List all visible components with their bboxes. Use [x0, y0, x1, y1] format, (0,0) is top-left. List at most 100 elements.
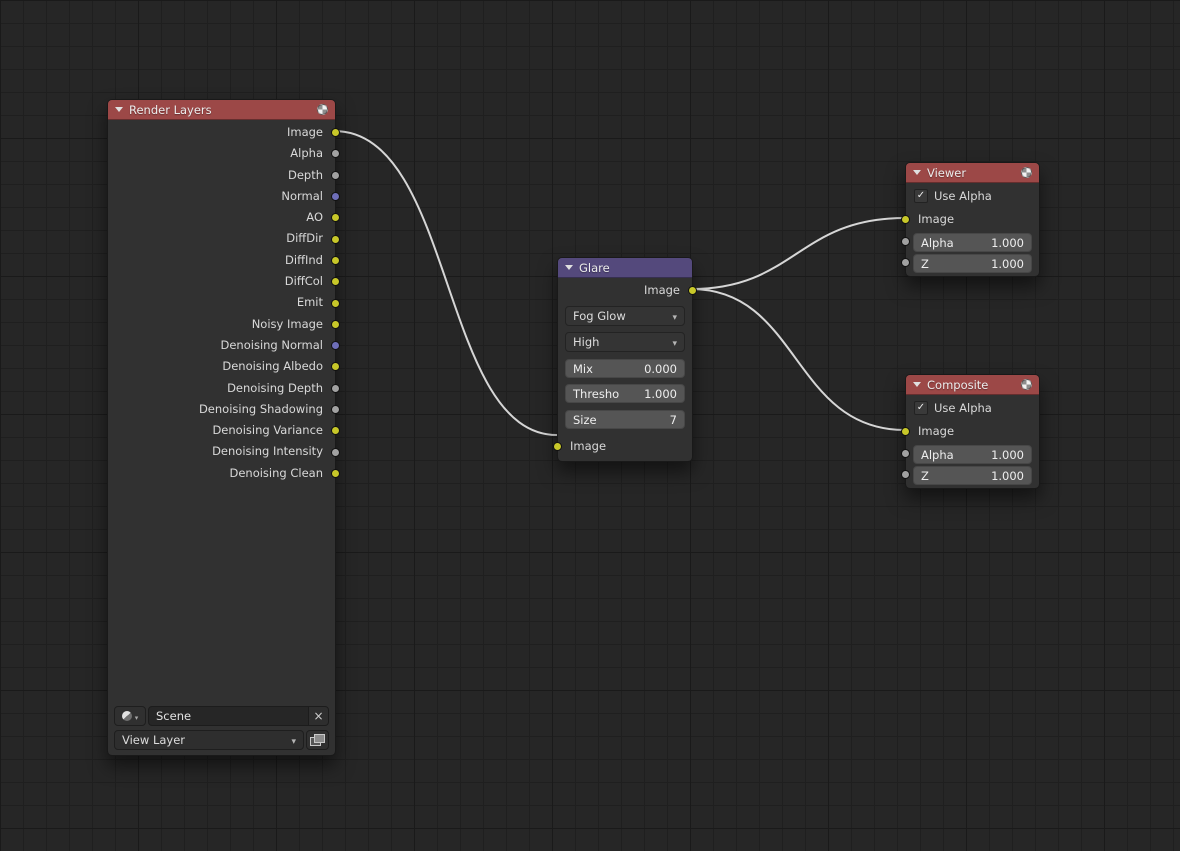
- alpha-input-socket[interactable]: [901, 237, 910, 246]
- node-title: Glare: [579, 260, 610, 275]
- denoising-clean-output-socket[interactable]: [331, 468, 340, 478]
- output-row: AO: [108, 207, 340, 228]
- diffdir-output-socket[interactable]: [331, 234, 340, 244]
- socket-label: Image: [286, 125, 323, 139]
- input-row: Alpha 1.000: [901, 445, 1039, 464]
- use-alpha-checkbox[interactable]: [914, 401, 928, 415]
- size-slider[interactable]: Size 7: [565, 410, 685, 430]
- output-row: Alpha: [108, 143, 340, 164]
- socket-label: DiffInd: [285, 252, 323, 267]
- output-row: Denoising Shadowing: [108, 399, 340, 420]
- node-title: Viewer: [927, 165, 967, 180]
- denoising-shadowing-output-socket[interactable]: [331, 405, 340, 414]
- alpha-input-socket[interactable]: [901, 449, 910, 458]
- collapse-arrow-icon[interactable]: [115, 107, 123, 112]
- view-layer-dropdown[interactable]: View Layer: [114, 730, 304, 750]
- image-input-socket[interactable]: [553, 442, 562, 452]
- size-label: Size: [573, 412, 597, 427]
- viewer-header[interactable]: Viewer: [906, 163, 1039, 183]
- input-row: Z 1.000: [901, 466, 1039, 485]
- node-composite[interactable]: Composite Use Alpha Image Alpha 1.000 Z …: [901, 374, 1040, 489]
- alpha-slider[interactable]: Alpha 1.000: [913, 445, 1032, 464]
- view-layer-value: View Layer: [122, 733, 186, 747]
- socket-label: Noisy Image: [251, 316, 323, 331]
- scene-icon: [121, 711, 132, 721]
- threshold-slider[interactable]: Thresho 1.000: [565, 384, 685, 404]
- node-viewer[interactable]: Viewer Use Alpha Image Alpha 1.000 Z 1.0…: [901, 162, 1040, 277]
- scene-field[interactable]: Scene: [148, 706, 329, 726]
- render-layer-button[interactable]: [306, 730, 329, 750]
- render-layers-outputs: Image Alpha Depth Normal AO DiffDir Diff…: [108, 120, 340, 484]
- render-layers-properties: Scene View Layer: [114, 702, 329, 750]
- z-value: 1.000: [991, 468, 1024, 483]
- output-row: DiffDir: [108, 228, 340, 249]
- socket-label: Image: [570, 439, 607, 454]
- chevron-down-icon: [672, 309, 677, 323]
- chevron-down-icon: [672, 335, 677, 349]
- link-render-layers-image-to-glare[interactable]: [333, 130, 558, 436]
- use-alpha-checkbox[interactable]: [914, 189, 928, 203]
- glare-type-value: Fog Glow: [573, 309, 626, 324]
- node-render-layers[interactable]: Render Layers Image Alpha Depth Normal A…: [107, 99, 340, 756]
- z-input-socket[interactable]: [901, 258, 910, 267]
- z-slider[interactable]: Z 1.000: [913, 254, 1032, 273]
- output-row: Noisy Image: [108, 314, 340, 335]
- denoising-intensity-output-socket[interactable]: [331, 447, 340, 457]
- output-row: Normal: [108, 186, 340, 207]
- emit-output-socket[interactable]: [331, 298, 340, 308]
- collapse-arrow-icon[interactable]: [913, 170, 921, 175]
- socket-label: DiffDir: [286, 231, 323, 246]
- socket-label: Image: [918, 424, 955, 438]
- link-glare-to-composite[interactable]: [690, 288, 906, 431]
- glare-header[interactable]: Glare: [558, 258, 692, 278]
- mix-value: 0.000: [644, 361, 677, 376]
- link-glare-to-viewer[interactable]: [690, 217, 906, 290]
- z-label: Z: [921, 468, 929, 483]
- alpha-label: Alpha: [921, 447, 954, 462]
- output-row: Denoising Intensity: [108, 441, 340, 462]
- diffind-output-socket[interactable]: [331, 255, 340, 265]
- socket-label: Image: [918, 212, 955, 226]
- output-row: DiffInd: [108, 250, 340, 271]
- composite-header[interactable]: Composite: [906, 375, 1039, 395]
- size-value: 7: [669, 412, 677, 427]
- z-input-socket[interactable]: [901, 470, 910, 479]
- image-input-socket[interactable]: [901, 427, 910, 436]
- chevron-down-icon: [291, 733, 296, 747]
- render-layers-header[interactable]: Render Layers: [108, 100, 335, 120]
- socket-label: Alpha: [290, 146, 323, 161]
- output-row: Emit: [108, 292, 340, 313]
- input-row: Z 1.000: [901, 254, 1039, 273]
- clear-scene-button[interactable]: [308, 707, 328, 725]
- chevron-down-icon: [135, 709, 139, 723]
- image-input-socket[interactable]: [901, 215, 910, 224]
- quality-dropdown[interactable]: High: [565, 332, 685, 353]
- input-row: Image: [553, 436, 692, 457]
- denoising-depth-output-socket[interactable]: [331, 383, 340, 393]
- normal-output-socket[interactable]: [331, 192, 340, 202]
- output-row: Denoising Depth: [108, 378, 340, 399]
- node-glare[interactable]: Glare Image Fog Glow High Mix 0.000 Thre…: [553, 257, 697, 463]
- alpha-value: 1.000: [991, 447, 1024, 462]
- socket-label: DiffCol: [284, 274, 323, 289]
- collapse-arrow-icon[interactable]: [913, 382, 921, 387]
- socket-label: Denoising Albedo: [222, 359, 323, 374]
- mix-slider[interactable]: Mix 0.000: [565, 359, 685, 379]
- alpha-slider[interactable]: Alpha 1.000: [913, 233, 1032, 252]
- alpha-label: Alpha: [921, 235, 954, 250]
- mix-label: Mix: [573, 361, 593, 376]
- output-row: Image: [108, 122, 340, 143]
- input-row: Image: [901, 209, 1039, 230]
- quality-value: High: [573, 335, 600, 350]
- scene-browser-button[interactable]: [114, 706, 146, 726]
- socket-label: Depth: [287, 167, 323, 182]
- noisy-image-output-socket[interactable]: [331, 319, 340, 329]
- output-row: Denoising Variance: [108, 420, 340, 441]
- preview-sphere-icon: [317, 104, 328, 115]
- glare-type-dropdown[interactable]: Fog Glow: [565, 306, 685, 327]
- depth-output-socket[interactable]: [331, 170, 340, 180]
- collapse-arrow-icon[interactable]: [565, 265, 573, 270]
- socket-label: Image: [643, 283, 680, 297]
- node-editor-canvas[interactable]: Render Layers Image Alpha Depth Normal A…: [0, 0, 1180, 851]
- z-slider[interactable]: Z 1.000: [913, 466, 1032, 485]
